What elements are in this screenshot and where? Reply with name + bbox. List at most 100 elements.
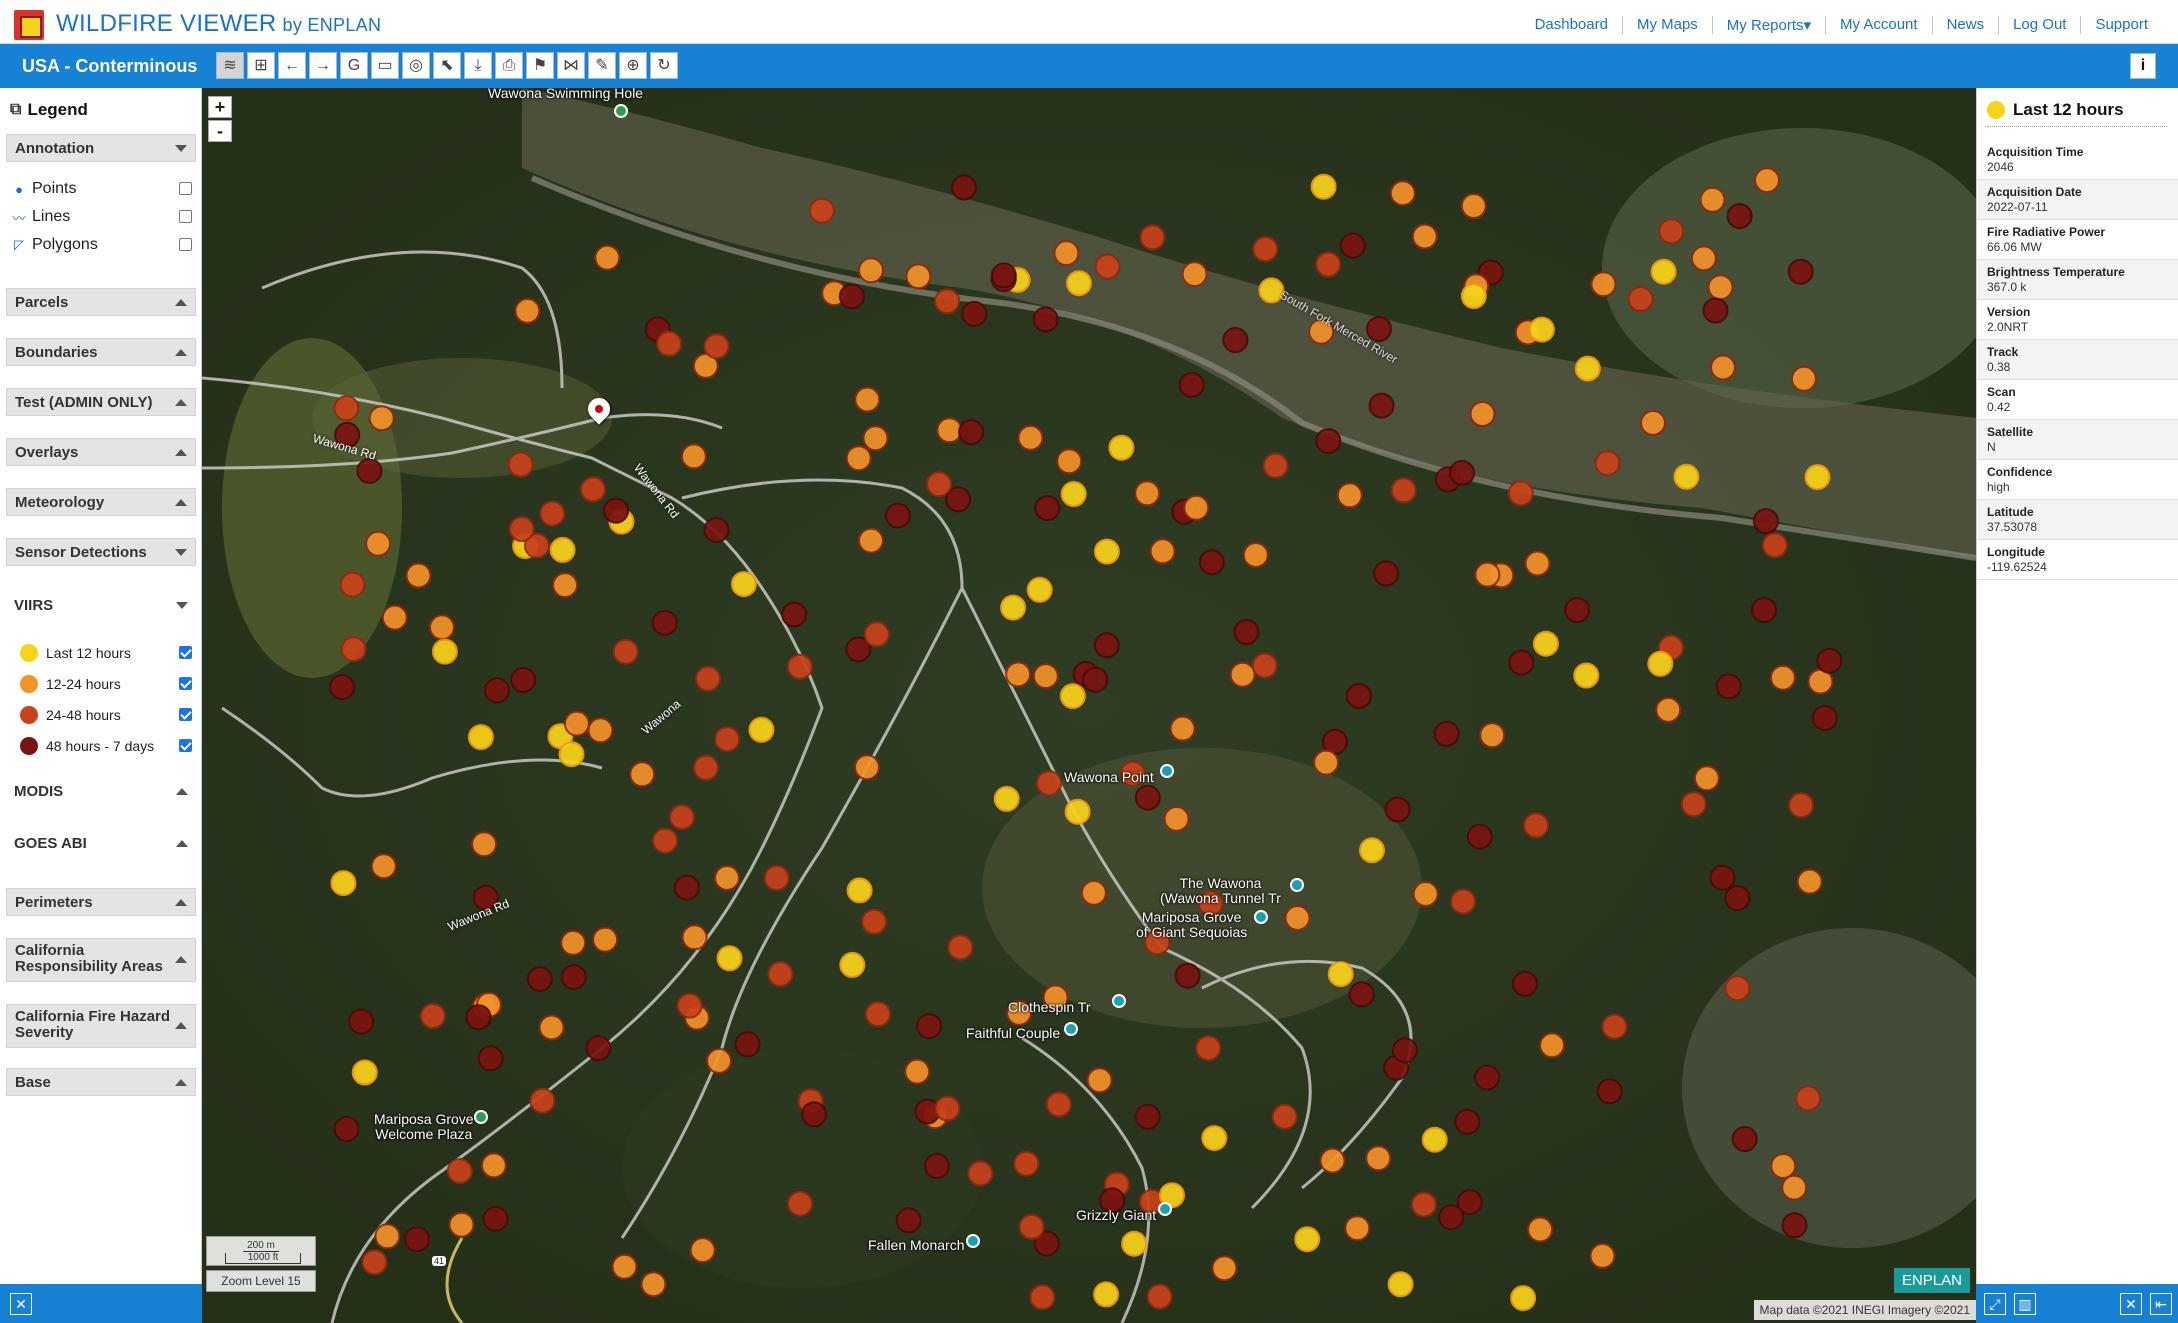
fire-detection-marker[interactable] xyxy=(1034,495,1061,522)
section-perimeters[interactable]: Perimeters xyxy=(6,888,196,916)
fire-detection-marker[interactable] xyxy=(1594,450,1621,477)
fire-detection-marker[interactable] xyxy=(1710,354,1736,381)
fire-detection-marker[interactable] xyxy=(1693,765,1720,792)
fire-detection-marker[interactable] xyxy=(961,300,988,327)
fire-detection-marker[interactable] xyxy=(539,500,566,527)
edit-icon[interactable]: ✎ xyxy=(588,52,616,79)
fire-detection-marker[interactable] xyxy=(1026,576,1053,603)
fire-detection-marker[interactable] xyxy=(1816,647,1843,674)
fire-detection-marker[interactable] xyxy=(1752,508,1779,535)
fire-detection-marker[interactable] xyxy=(1512,970,1538,997)
fire-detection-marker[interactable] xyxy=(477,1045,504,1072)
fire-detection-marker[interactable] xyxy=(1450,888,1477,915)
fire-detection-marker[interactable] xyxy=(1233,619,1260,645)
fire-detection-marker[interactable] xyxy=(1059,683,1086,710)
fire-detection-marker[interactable] xyxy=(510,667,537,693)
fire-detection-marker[interactable] xyxy=(763,865,790,891)
fire-detection-marker[interactable] xyxy=(681,924,708,951)
fire-detection-marker[interactable] xyxy=(514,297,541,324)
swimming-poi-icon[interactable] xyxy=(614,104,628,118)
fire-detection-marker[interactable] xyxy=(1045,1091,1072,1118)
fire-detection-marker[interactable] xyxy=(1345,683,1372,709)
section-california-fire-hazard-severity[interactable]: California Fire Hazard Severity xyxy=(6,1004,196,1048)
fire-detection-marker[interactable] xyxy=(1390,477,1417,504)
fire-detection-marker[interactable] xyxy=(1770,1153,1797,1179)
fire-detection-marker[interactable] xyxy=(1460,193,1487,219)
fire-detection-marker[interactable] xyxy=(967,1160,994,1187)
fire-detection-marker[interactable] xyxy=(1359,837,1385,864)
fire-detection-marker[interactable] xyxy=(330,870,357,897)
fire-detection-marker[interactable] xyxy=(1146,1283,1173,1310)
fire-detection-marker[interactable] xyxy=(1411,223,1438,250)
fire-detection-marker[interactable] xyxy=(1373,560,1400,587)
fire-detection-marker[interactable] xyxy=(560,964,587,990)
fire-detection-marker[interactable] xyxy=(923,1153,950,1179)
fire-detection-marker[interactable] xyxy=(1474,1064,1501,1091)
fire-detection-marker[interactable] xyxy=(370,853,397,880)
fire-detection-marker[interactable] xyxy=(839,951,866,978)
fire-detection-marker[interactable] xyxy=(863,621,890,648)
fire-detection-marker[interactable] xyxy=(1640,409,1666,436)
fire-detection-marker[interactable] xyxy=(1726,203,1753,230)
fire-detection-marker[interactable] xyxy=(333,395,360,422)
fire-detection-marker[interactable] xyxy=(1647,650,1674,677)
fire-detection-marker[interactable] xyxy=(854,754,880,781)
enplan-badge[interactable]: ENPLAN xyxy=(1893,1268,1970,1293)
fire-detection-marker[interactable] xyxy=(1310,173,1337,200)
add-map-icon[interactable]: ⊞ xyxy=(247,52,275,79)
fire-detection-marker[interactable] xyxy=(716,945,743,972)
fire-detection-marker[interactable] xyxy=(1796,868,1823,895)
section-base[interactable]: Base xyxy=(6,1068,196,1096)
fire-detection-marker[interactable] xyxy=(1469,401,1496,427)
fire-detection-marker[interactable] xyxy=(587,717,614,744)
fire-detection-marker[interactable] xyxy=(703,333,730,360)
fire-detection-marker[interactable] xyxy=(629,761,656,788)
fire-detection-marker[interactable] xyxy=(1018,1213,1045,1240)
fire-detection-marker[interactable] xyxy=(471,831,498,858)
close-panel-icon[interactable]: ✕ xyxy=(2120,1293,2142,1315)
fire-detection-marker[interactable] xyxy=(1699,186,1726,213)
fire-detection-marker[interactable] xyxy=(1811,705,1838,731)
fire-detection-marker[interactable] xyxy=(1564,597,1591,623)
fire-detection-marker[interactable] xyxy=(1523,812,1549,839)
fire-detection-marker[interactable] xyxy=(1596,1078,1623,1105)
fire-detection-marker[interactable] xyxy=(1412,881,1439,907)
fire-detection-marker[interactable] xyxy=(858,527,884,554)
fire-detection-marker[interactable] xyxy=(1149,538,1176,565)
fire-detection-marker[interactable] xyxy=(1524,550,1551,577)
fire-detection-marker[interactable] xyxy=(549,536,576,563)
fire-detection-marker[interactable] xyxy=(560,929,587,956)
fire-detection-marker[interactable] xyxy=(1474,561,1501,588)
fire-detection-marker[interactable] xyxy=(958,419,985,446)
fire-detection-marker[interactable] xyxy=(1790,365,1817,392)
fire-detection-marker[interactable] xyxy=(1181,261,1208,288)
fire-detection-marker[interactable] xyxy=(329,674,355,701)
fire-detection-marker[interactable] xyxy=(356,457,383,484)
fire-detection-marker[interactable] xyxy=(1650,258,1677,285)
fire-detection-marker[interactable] xyxy=(767,961,794,988)
fire-detection-marker[interactable] xyxy=(714,726,741,753)
fire-detection-marker[interactable] xyxy=(339,571,366,598)
fire-detection-marker[interactable] xyxy=(333,1116,360,1142)
hiking-poi-icon[interactable] xyxy=(474,1110,488,1124)
fire-detection-marker[interactable] xyxy=(916,1013,943,1040)
fire-detection-marker[interactable] xyxy=(656,330,683,357)
fire-detection-marker[interactable] xyxy=(1438,1204,1465,1231)
section-sensor-detections[interactable]: Sensor Detections xyxy=(6,538,196,566)
fire-detection-marker[interactable] xyxy=(1590,271,1617,298)
fire-detection-marker[interactable] xyxy=(558,741,585,768)
fire-detection-marker[interactable] xyxy=(1000,594,1027,621)
fire-detection-marker[interactable] xyxy=(365,530,392,557)
fire-detection-marker[interactable] xyxy=(1294,1226,1321,1253)
fire-detection-marker[interactable] xyxy=(1336,482,1363,509)
fire-detection-marker[interactable] xyxy=(1082,666,1109,693)
fire-detection-marker[interactable] xyxy=(1339,232,1366,259)
fire-detection-marker[interactable] xyxy=(374,1223,401,1250)
fire-detection-marker[interactable] xyxy=(673,874,700,901)
fire-detection-marker[interactable] xyxy=(1724,975,1751,1002)
fire-detection-marker[interactable] xyxy=(526,966,553,993)
fire-detection-marker[interactable] xyxy=(1387,1271,1414,1298)
fire-detection-marker[interactable] xyxy=(1707,274,1734,301)
fire-detection-marker[interactable] xyxy=(1080,879,1107,906)
fire-detection-marker[interactable] xyxy=(1348,981,1375,1008)
